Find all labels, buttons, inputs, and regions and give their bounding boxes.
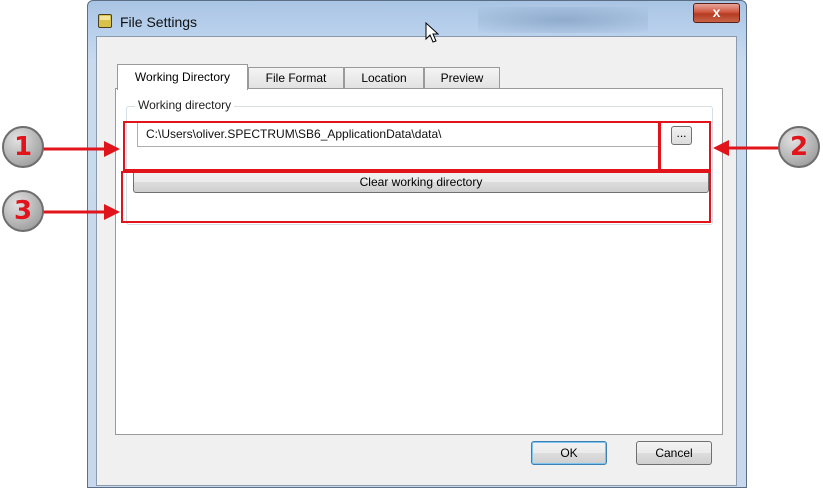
callout-3: 3 [2, 190, 44, 232]
callout-2: 2 [778, 126, 820, 168]
arrow-1-head-icon [104, 141, 120, 157]
callout-1: 1 [2, 126, 44, 168]
tab-label: Working Directory [134, 70, 231, 84]
tab-working-directory[interactable]: Working Directory [117, 64, 248, 90]
arrow-2-head-icon [713, 140, 729, 156]
arrow-3-head-icon [104, 204, 120, 220]
